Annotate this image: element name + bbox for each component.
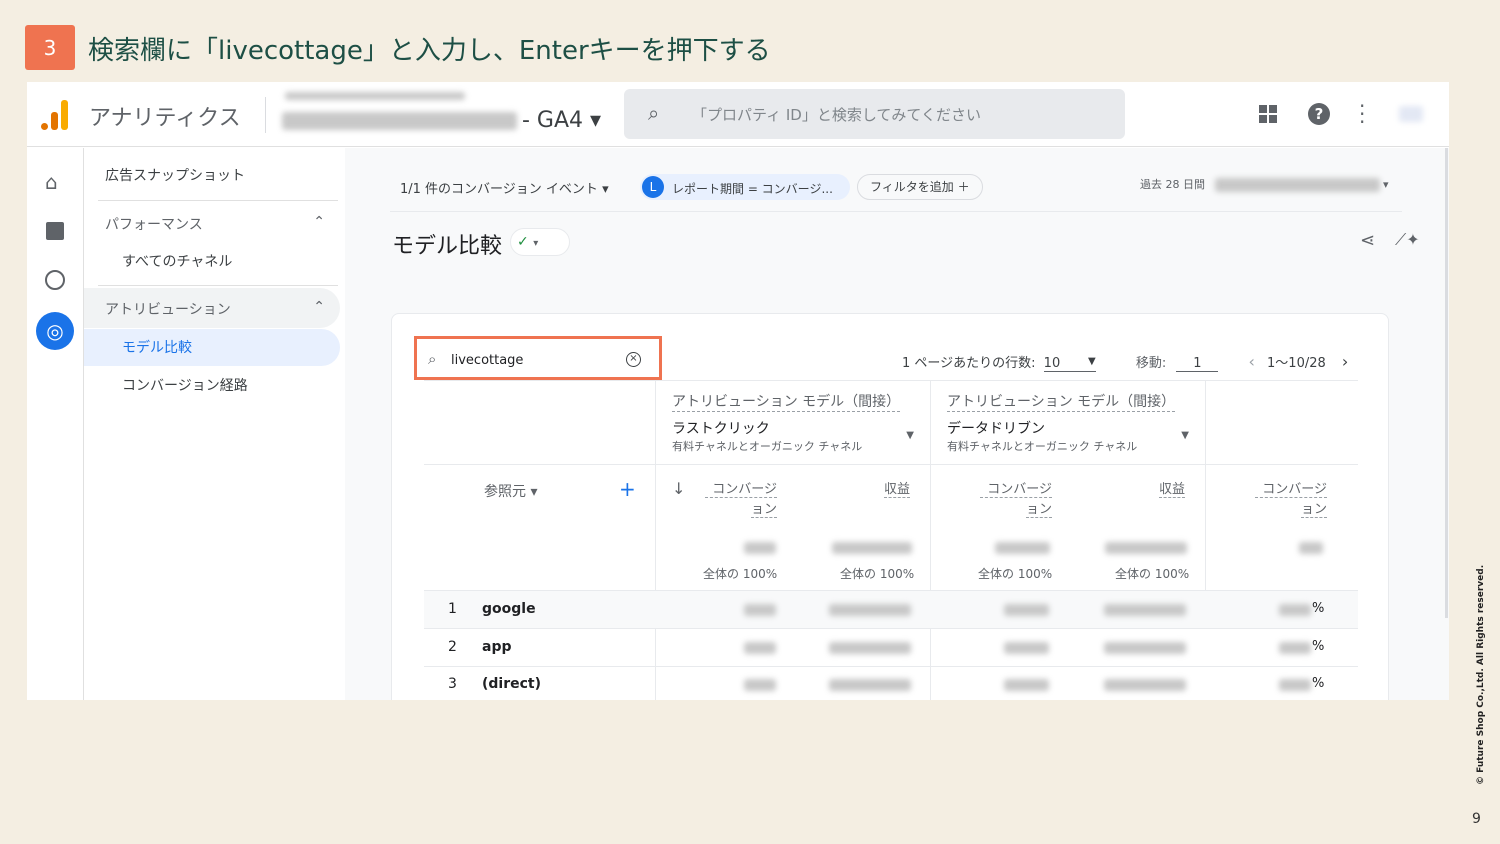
col-revenue-1: 収益	[884, 478, 911, 498]
home-icon[interactable]: ⌂	[45, 170, 58, 194]
model-select-1[interactable]: ラストクリック 有料チャネルとオーガニック チャネル ▼	[672, 418, 914, 454]
sidebar-item-all-channels[interactable]: すべてのチャネル	[122, 251, 232, 271]
copyright: © Future Shop Co.,Ltd. All Rights reserv…	[1476, 564, 1486, 785]
advertising-icon[interactable]: ◎	[36, 312, 74, 350]
goto-page-input[interactable]: 1	[1176, 356, 1219, 372]
insights-icon[interactable]: ⟋✦	[1395, 230, 1420, 250]
pagination: 1 ページあたりの行数: 10 ▼ 移動: 1 ‹ 1〜10/28 ›	[902, 352, 1349, 372]
table-card: ⌕ livecottage × 1 ページあたりの行数: 10 ▼ 移動: 1 …	[391, 313, 1389, 700]
help-icon[interactable]: ?	[1308, 103, 1330, 125]
search-input[interactable]: ⌕ 「プロパティ ID」と検索してみてください	[624, 89, 1125, 139]
chevron-up-icon: ⌃	[313, 299, 325, 315]
sidebar-section-performance[interactable]: パフォーマンス ⌃	[105, 214, 325, 234]
table-row[interactable]: 1 google %	[424, 590, 1358, 628]
sort-down-icon: ↓	[672, 479, 686, 498]
table-row[interactable]: 2 app %	[424, 628, 1358, 666]
prev-page-icon[interactable]: ‹	[1248, 352, 1254, 371]
ga-screenshot: アナリティクス - GA4 ▾ ⌕ 「プロパティ ID」と検索してみてください …	[27, 82, 1449, 700]
search-placeholder: 「プロパティ ID」と検索してみてください	[692, 106, 981, 124]
slide-title: 検索欄に「livecottage」と入力し、Enterキーを押下する	[88, 36, 771, 66]
filter-chip[interactable]: L レポート期間 = コンバージ...	[640, 174, 850, 200]
property-selector[interactable]: - GA4 ▾	[522, 108, 601, 133]
add-filter-button[interactable]: フィルタを追加 ＋	[857, 174, 983, 200]
model-label-2: アトリビューション モデル（間接）	[947, 391, 1176, 412]
conversion-events-dropdown[interactable]: 1/1 件のコンバージョン イベント ▾	[400, 178, 609, 197]
chevron-up-icon: ⌃	[313, 214, 325, 230]
col-conversions-1: コンバージ ョン	[705, 478, 777, 518]
search-highlight-box	[414, 336, 662, 380]
app-name: アナリティクス	[89, 106, 241, 131]
col-conversions-diff: コンバージ ョン	[1255, 478, 1327, 518]
sidebar-item-snapshot[interactable]: 広告スナップショット	[105, 165, 245, 185]
check-circle-icon: ✓	[517, 234, 529, 250]
table-row[interactable]: 3 (direct) %	[424, 666, 1358, 700]
date-range-selector[interactable]: 過去 28 日間 ▾	[1140, 176, 1389, 192]
scrollbar[interactable]	[1445, 148, 1448, 618]
page-title: モデル比較	[392, 234, 503, 259]
model-label-1: アトリビューション モデル（間接）	[672, 391, 901, 412]
reports-icon[interactable]	[46, 222, 64, 240]
sidebar: 広告スナップショット パフォーマンス ⌃ すべてのチャネル アトリビューション ⌃ …	[84, 148, 345, 700]
col-revenue-2: 収益	[1159, 478, 1186, 498]
share-icon[interactable]: ⋖	[1360, 230, 1375, 251]
top-bar: アナリティクス - GA4 ▾ ⌕ 「プロパティ ID」と検索してみてください …	[27, 82, 1449, 147]
dimension-select[interactable]: 参照元 ▾	[484, 481, 537, 501]
nav-rail: ⌂ ◎	[27, 148, 84, 700]
search-icon: ⌕	[648, 101, 660, 125]
analytics-logo-icon	[41, 100, 69, 130]
page-number: 9	[1472, 811, 1481, 827]
sidebar-item-conversion-paths[interactable]: コンバージョン経路	[122, 375, 248, 395]
more-vert-icon[interactable]: · · ·	[1359, 96, 1365, 132]
main-content: 1/1 件のコンバージョン イベント ▾ L レポート期間 = コンバージ...…	[345, 148, 1449, 700]
apps-grid-icon[interactable]	[1259, 105, 1277, 123]
sidebar-item-model-compare[interactable]: モデル比較	[122, 337, 192, 357]
rows-per-page-select[interactable]: 10 ▼	[1043, 356, 1096, 372]
add-dimension-icon[interactable]: +	[619, 477, 636, 501]
sidebar-section-attribution[interactable]: アトリビューション ⌃	[105, 299, 325, 319]
col-conversions-2: コンバージ ョン	[980, 478, 1052, 518]
step-badge: 3	[25, 25, 75, 70]
status-check-dropdown[interactable]: ✓ ▾	[510, 228, 570, 256]
next-page-icon[interactable]: ›	[1342, 352, 1348, 371]
model-select-2[interactable]: データドリブン 有料チャネルとオーガニック チャネル ▼	[947, 418, 1189, 454]
explore-icon[interactable]	[45, 270, 65, 290]
